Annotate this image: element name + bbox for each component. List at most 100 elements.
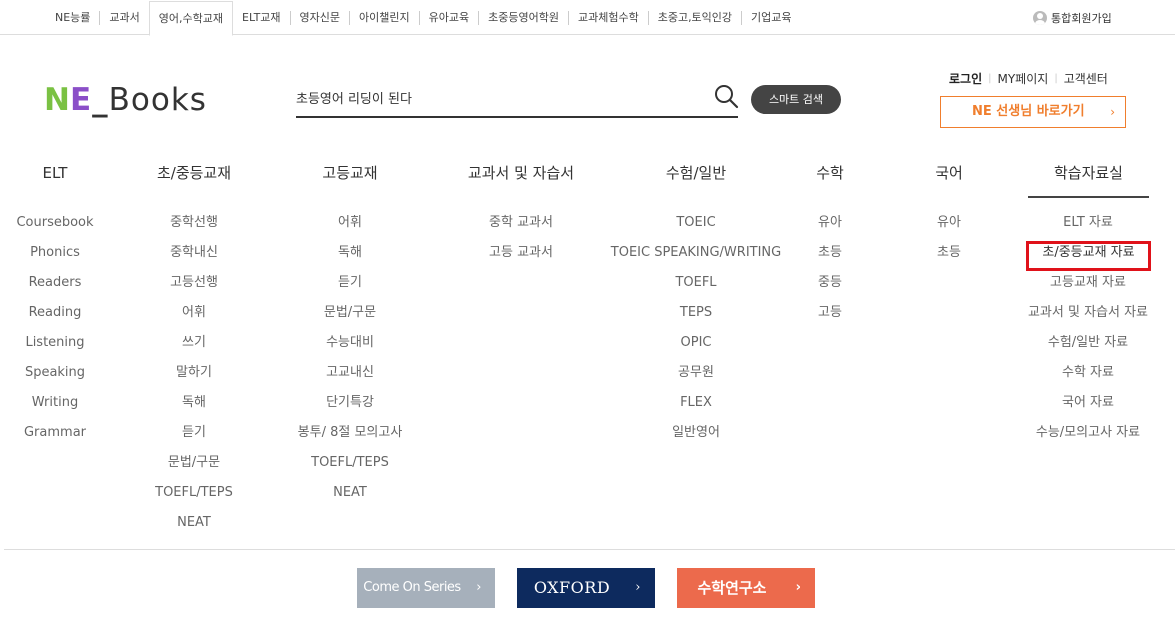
menu-item[interactable]: TOEFL [606, 271, 786, 301]
textbooks-menu: 중학 교과서 고등 교과서 [461, 211, 581, 271]
util-separator: | [1054, 73, 1058, 84]
menu-item[interactable]: 수능/모의고사 자료 [1021, 421, 1155, 451]
menu-item[interactable]: 중학내신 [134, 241, 254, 271]
login-link[interactable]: 로그인 [949, 70, 982, 87]
banner-label: 수학연구소 [697, 579, 767, 597]
menu-item[interactable]: 중학선행 [134, 211, 254, 241]
menu-item[interactable]: TEPS [606, 301, 786, 331]
menu-item[interactable]: 어휘 [280, 211, 420, 241]
menu-item[interactable]: NEAT [134, 511, 254, 541]
menu-item[interactable]: 공무원 [606, 361, 786, 391]
menu-item[interactable]: Speaking [0, 361, 110, 391]
join-link[interactable]: 통합회원가입 [1033, 0, 1112, 35]
family-site-links: NE능률 교과서 영어,수학교재 ELT교재 영자신문 아이챌린지 유아교육 초… [46, 0, 801, 36]
teacher-shortcut-label: NE 선생님 바로가기 [972, 104, 1085, 119]
menu-item[interactable]: NEAT [280, 481, 420, 511]
site-link-textbook[interactable]: 교과서 [99, 10, 148, 25]
chevron-right-icon: › [635, 580, 641, 595]
menu-item[interactable]: 문법/구문 [280, 301, 420, 331]
menu-item[interactable]: TOEIC SPEAKING/WRITING [606, 241, 786, 271]
site-link-kids[interactable]: 유아교육 [418, 10, 478, 25]
chevron-right-icon: › [1110, 105, 1115, 119]
menu-item[interactable]: 유아 [919, 211, 979, 241]
menu-item[interactable]: Grammar [0, 421, 110, 451]
menu-item[interactable]: Coursebook [0, 211, 110, 241]
menu-item[interactable]: TOEFL/TEPS [280, 451, 420, 481]
menu-item[interactable]: 고등 교과서 [461, 241, 581, 271]
menu-item[interactable]: Listening [0, 331, 110, 361]
logo-underscore: _ [92, 82, 108, 118]
tab-textbooks[interactable]: 교과서 및 자습서 [446, 160, 596, 198]
util-links: 로그인 | MY페이지 | 고객센터 [949, 70, 1108, 87]
menu-item[interactable]: 중등 [800, 271, 860, 301]
site-link-lectures[interactable]: 초중고,토익인강 [647, 10, 741, 25]
menu-item[interactable]: 교과서 및 자습서 자료 [1021, 301, 1155, 331]
banner-label: Come On Series [363, 580, 461, 595]
menu-item[interactable]: 고교내신 [280, 361, 420, 391]
tab-resources[interactable]: 학습자료실 [1028, 160, 1149, 198]
menu-item-highlighted[interactable]: 초/중등교재 자료 [1026, 241, 1151, 271]
search-icon[interactable] [713, 83, 739, 109]
top-bar: NE능률 교과서 영어,수학교재 ELT교재 영자신문 아이챌린지 유아교육 초… [0, 0, 1175, 36]
tab-exams-general[interactable]: 수험/일반 [636, 160, 756, 198]
menu-item[interactable]: 어휘 [134, 301, 254, 331]
menu-item[interactable]: 단기특강 [280, 391, 420, 421]
menu-item[interactable]: TOEFL/TEPS [134, 481, 254, 511]
ne-books-logo[interactable]: N E _ Books [44, 80, 207, 120]
menu-item[interactable]: FLEX [606, 391, 786, 421]
tab-math[interactable]: 수학 [790, 160, 870, 198]
logo-letter-n: N [44, 82, 70, 118]
menu-item[interactable]: 수학 자료 [1021, 361, 1155, 391]
menu-item[interactable]: 쓰기 [134, 331, 254, 361]
elementary-middle-menu: 중학선행 중학내신 고등선행 어휘 쓰기 말하기 독해 듣기 문법/구문 TOE… [134, 211, 254, 541]
menu-item[interactable]: 수능대비 [280, 331, 420, 361]
menu-item[interactable]: 고등선행 [134, 271, 254, 301]
banner-label: OXFORD [533, 578, 611, 597]
site-link-english-math[interactable]: 영어,수학교재 [148, 0, 234, 36]
search-input[interactable] [296, 84, 696, 110]
tab-high-school[interactable]: 고등교재 [290, 160, 410, 198]
menu-item[interactable]: ELT 자료 [1021, 211, 1155, 241]
site-link-ne[interactable]: NE능률 [46, 11, 99, 25]
math-menu: 유아 초등 중등 고등 [800, 211, 860, 331]
menu-item[interactable]: Writing [0, 391, 110, 421]
menu-item[interactable]: 독해 [280, 241, 420, 271]
menu-item[interactable]: OPIC [606, 331, 786, 361]
menu-item[interactable]: Readers [0, 271, 110, 301]
menu-item[interactable]: 중학 교과서 [461, 211, 581, 241]
oxford-banner[interactable]: OXFORD › [517, 568, 655, 608]
menu-item[interactable]: TOEIC [606, 211, 786, 241]
smart-search-button[interactable]: 스마트 검색 [751, 85, 841, 114]
menu-item[interactable]: 유아 [800, 211, 860, 241]
menu-item[interactable]: 말하기 [134, 361, 254, 391]
menu-item[interactable]: 고등교재 자료 [1021, 271, 1155, 301]
site-link-math-experience[interactable]: 교과체험수학 [567, 10, 648, 25]
menu-item[interactable]: 초등 [919, 241, 979, 271]
menu-item[interactable]: 수험/일반 자료 [1021, 331, 1155, 361]
menu-item[interactable]: 고등 [800, 301, 860, 331]
menu-item[interactable]: 듣기 [280, 271, 420, 301]
menu-item[interactable]: 초등 [800, 241, 860, 271]
tab-elementary-middle[interactable]: 초/중등교재 [133, 160, 255, 198]
site-link-academy[interactable]: 초중등영어학원 [478, 10, 568, 25]
menu-item[interactable]: 듣기 [134, 421, 254, 451]
tab-elt[interactable]: ELT [15, 160, 95, 198]
teacher-shortcut-button[interactable]: NE 선생님 바로가기 › [940, 96, 1126, 128]
tab-korean[interactable]: 국어 [909, 160, 989, 198]
menu-item[interactable]: 독해 [134, 391, 254, 421]
site-link-elt[interactable]: ELT교재 [233, 11, 290, 25]
menu-item[interactable]: 문법/구문 [134, 451, 254, 481]
help-center-link[interactable]: 고객센터 [1064, 70, 1108, 87]
site-link-newspaper[interactable]: 영자신문 [289, 10, 349, 25]
math-institute-banner[interactable]: 수학연구소 › [677, 568, 815, 608]
menu-item[interactable]: Reading [0, 301, 110, 331]
menu-item[interactable]: 국어 자료 [1021, 391, 1155, 421]
menu-item[interactable]: Phonics [0, 241, 110, 271]
menu-item[interactable]: 일반영어 [606, 421, 786, 451]
come-on-series-banner[interactable]: Come On Series › [357, 568, 495, 608]
mypage-link[interactable]: MY페이지 [998, 70, 1049, 87]
site-link-corporate[interactable]: 기업교육 [741, 10, 800, 25]
menu-item[interactable]: 봉투/ 8절 모의고사 [280, 421, 420, 451]
high-school-menu: 어휘 독해 듣기 문법/구문 수능대비 고교내신 단기특강 봉투/ 8절 모의고… [280, 211, 420, 511]
site-link-ichallenge[interactable]: 아이챌린지 [349, 10, 419, 25]
